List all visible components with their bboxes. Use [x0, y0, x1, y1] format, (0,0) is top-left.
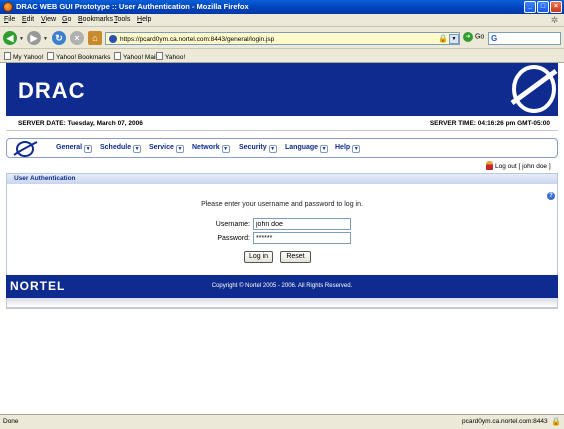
menu-view[interactable]: View — [41, 16, 56, 23]
maximize-button[interactable]: □ — [537, 1, 549, 13]
minimize-button[interactable]: _ — [524, 1, 536, 13]
copyright-text: Copyright © Nortel 2005 - 2006. All Righ… — [211, 283, 353, 289]
panel-title: User Authentication — [7, 174, 557, 184]
go-label: Go — [474, 33, 485, 41]
app-banner: DRAC — [6, 63, 558, 116]
password-label: Password: — [217, 235, 250, 242]
username-input[interactable] — [253, 218, 351, 230]
nav-service[interactable]: Service ▼ — [149, 144, 184, 153]
menu-help[interactable]: Help — [137, 16, 151, 23]
chevron-down-icon: ▼ — [352, 145, 361, 153]
bookmark-item[interactable]: Yahoo! Mail — [114, 52, 157, 61]
app-logo: DRAC — [18, 78, 86, 103]
chevron-down-icon: ▼ — [320, 145, 329, 153]
status-bar: Done pcard0ym.ca.nortel.com:8443 🔒 — [0, 414, 564, 429]
stop-icon[interactable]: × — [70, 31, 84, 45]
menu-go[interactable]: Go — [62, 16, 71, 23]
nortel-globe-icon — [510, 65, 558, 113]
menu-bar: File Edit View Go Bookmarks Tools Help — [0, 14, 564, 27]
url-bar[interactable]: 🔒 ▼ — [105, 32, 460, 45]
server-date: SERVER DATE: Tuesday, March 07, 2006 — [18, 120, 143, 127]
url-input[interactable] — [120, 34, 420, 44]
chevron-down-icon: ▼ — [84, 145, 93, 153]
reset-button[interactable]: Reset — [280, 251, 311, 263]
lock-icon[interactable]: 🔒 — [551, 417, 561, 426]
close-button[interactable]: × — [550, 1, 562, 13]
url-dropdown-icon[interactable]: ▼ — [449, 34, 459, 44]
password-input[interactable] — [253, 232, 351, 244]
bookmark-page-icon — [4, 52, 11, 60]
status-host: pcard0ym.ca.nortel.com:8443 — [462, 418, 548, 425]
site-favicon-icon — [109, 35, 117, 43]
menu-bookmarks[interactable]: Bookmarks — [78, 16, 113, 23]
nav-help[interactable]: Help ▼ — [335, 144, 361, 153]
nav-security[interactable]: Security ▼ — [239, 144, 277, 153]
bookmarks-toolbar: My Yahoo! Yahoo! Bookmarks Yahoo! Mail Y… — [0, 49, 564, 63]
app-footer: NORTEL Copyright © Nortel 2005 - 2006. A… — [6, 275, 558, 298]
footer-shadow — [6, 298, 558, 308]
nav-language[interactable]: Language ▼ — [285, 144, 329, 153]
reload-icon[interactable]: ↻ — [52, 31, 66, 45]
chevron-down-icon: ▼ — [268, 145, 277, 153]
forward-arrow-icon[interactable]: ▶ — [27, 31, 41, 45]
google-icon: G — [491, 34, 498, 43]
help-icon[interactable]: ? — [547, 192, 555, 200]
menu-file[interactable]: File — [4, 16, 15, 23]
menu-edit[interactable]: Edit — [22, 16, 34, 23]
chevron-down-icon: ▼ — [221, 145, 230, 153]
login-button[interactable]: Log in — [244, 251, 273, 263]
lock-icon[interactable]: 🔒 — [438, 34, 448, 43]
bookmark-item[interactable]: Yahoo! Bookmarks — [47, 52, 110, 61]
server-info-bar: SERVER DATE: Tuesday, March 07, 2006 SER… — [6, 116, 558, 131]
nav-network[interactable]: Network ▼ — [192, 144, 230, 153]
navigation-toolbar: ◀ ▼ ▶ ▼ ↻ × ⌂ 🔒 ▼ ➜ Go G — [0, 27, 564, 49]
window-title-bar: DRAC WEB GUI Prototype :: User Authentic… — [0, 0, 564, 14]
user-icon — [486, 161, 493, 170]
nav-schedule[interactable]: Schedule ▼ — [100, 144, 142, 153]
logout-link[interactable]: Log out [ john doe ] — [486, 161, 551, 170]
chevron-down-icon: ▼ — [175, 145, 184, 153]
login-prompt: Please enter your username and password … — [201, 201, 363, 208]
bookmark-item[interactable]: Yahoo! — [156, 52, 185, 61]
bookmark-page-icon — [114, 52, 121, 60]
back-arrow-icon[interactable]: ◀ — [3, 31, 17, 45]
back-dropdown-icon[interactable]: ▼ — [19, 36, 24, 42]
page-content: DRAC SERVER DATE: Tuesday, March 07, 200… — [0, 63, 564, 414]
status-text: Done — [3, 418, 19, 425]
bookmark-page-icon — [156, 52, 163, 60]
throbber-icon: ✲ — [550, 15, 559, 25]
app-nav-menu: General ▼ Schedule ▼ Service ▼ Network ▼ Sec… — [6, 138, 558, 158]
nav-general[interactable]: General ▼ — [56, 144, 93, 153]
search-input[interactable]: G — [488, 32, 561, 45]
chevron-down-icon: ▼ — [133, 145, 142, 153]
nortel-globe-icon — [13, 141, 38, 157]
server-time: SERVER TIME: 04:16:26 pm GMT-05:00 — [429, 120, 550, 127]
username-label: Username: — [215, 221, 250, 228]
bookmark-page-icon — [47, 52, 54, 60]
go-icon: ➜ — [463, 32, 473, 42]
menu-tools[interactable]: Tools — [114, 16, 130, 23]
bookmark-item[interactable]: My Yahoo! — [4, 52, 43, 61]
go-button[interactable]: ➜ Go — [463, 32, 484, 45]
forward-dropdown-icon[interactable]: ▼ — [43, 36, 48, 42]
firefox-icon — [3, 2, 13, 12]
window-title: DRAC WEB GUI Prototype :: User Authentic… — [16, 2, 249, 11]
home-icon[interactable]: ⌂ — [88, 31, 102, 45]
